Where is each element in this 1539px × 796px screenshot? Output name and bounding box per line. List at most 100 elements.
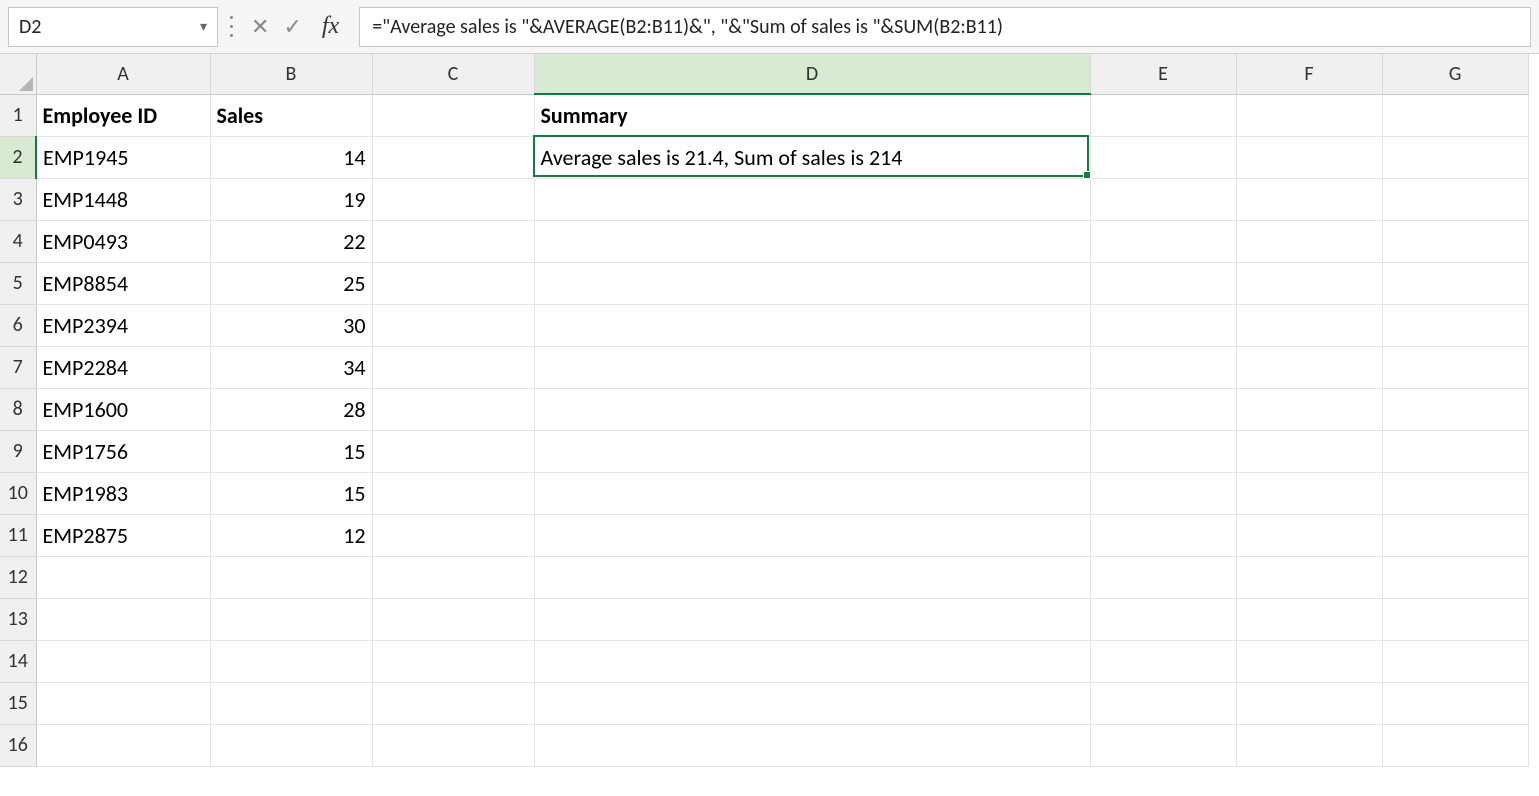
- cell-B13[interactable]: [210, 598, 372, 640]
- cell-B16[interactable]: [210, 724, 372, 766]
- row-header-10[interactable]: 10: [0, 472, 36, 514]
- cell-D16[interactable]: [534, 724, 1090, 766]
- cell-D8[interactable]: [534, 388, 1090, 430]
- cell-G12[interactable]: [1382, 556, 1528, 598]
- cell-F4[interactable]: [1236, 220, 1382, 262]
- row-header-16[interactable]: 16: [0, 724, 36, 766]
- row-header-6[interactable]: 6: [0, 304, 36, 346]
- row-header-14[interactable]: 14: [0, 640, 36, 682]
- column-header-C[interactable]: C: [372, 54, 534, 94]
- row-header-8[interactable]: 8: [0, 388, 36, 430]
- cell-B8[interactable]: 28: [210, 388, 372, 430]
- cell-G9[interactable]: [1382, 430, 1528, 472]
- cell-F8[interactable]: [1236, 388, 1382, 430]
- cell-A11[interactable]: EMP2875: [36, 514, 210, 556]
- cell-A8[interactable]: EMP1600: [36, 388, 210, 430]
- cell-A5[interactable]: EMP8854: [36, 262, 210, 304]
- fx-icon[interactable]: fx: [316, 13, 345, 40]
- column-header-A[interactable]: A: [36, 54, 210, 94]
- cell-A13[interactable]: [36, 598, 210, 640]
- row-header-5[interactable]: 5: [0, 262, 36, 304]
- cell-F15[interactable]: [1236, 682, 1382, 724]
- cell-G5[interactable]: [1382, 262, 1528, 304]
- cell-D5[interactable]: [534, 262, 1090, 304]
- cell-D15[interactable]: [534, 682, 1090, 724]
- cell-D1[interactable]: Summary: [534, 94, 1090, 136]
- cell-E5[interactable]: [1090, 262, 1236, 304]
- cell-F5[interactable]: [1236, 262, 1382, 304]
- cell-C4[interactable]: [372, 220, 534, 262]
- cell-C12[interactable]: [372, 556, 534, 598]
- cell-A4[interactable]: EMP0493: [36, 220, 210, 262]
- cell-C8[interactable]: [372, 388, 534, 430]
- cell-F2[interactable]: [1236, 136, 1382, 178]
- cell-C2[interactable]: [372, 136, 534, 178]
- cell-A6[interactable]: EMP2394: [36, 304, 210, 346]
- cell-C9[interactable]: [372, 430, 534, 472]
- row-header-9[interactable]: 9: [0, 430, 36, 472]
- cell-E16[interactable]: [1090, 724, 1236, 766]
- cell-A3[interactable]: EMP1448: [36, 178, 210, 220]
- cell-E4[interactable]: [1090, 220, 1236, 262]
- select-all-corner[interactable]: [0, 54, 36, 94]
- cell-E15[interactable]: [1090, 682, 1236, 724]
- column-header-F[interactable]: F: [1236, 54, 1382, 94]
- cell-E10[interactable]: [1090, 472, 1236, 514]
- cell-F10[interactable]: [1236, 472, 1382, 514]
- cell-A1[interactable]: Employee ID: [36, 94, 210, 136]
- cell-C7[interactable]: [372, 346, 534, 388]
- cell-E7[interactable]: [1090, 346, 1236, 388]
- cell-A16[interactable]: [36, 724, 210, 766]
- cell-B14[interactable]: [210, 640, 372, 682]
- cell-B1[interactable]: Sales: [210, 94, 372, 136]
- row-header-2[interactable]: 2: [0, 136, 36, 178]
- cell-F12[interactable]: [1236, 556, 1382, 598]
- cell-F6[interactable]: [1236, 304, 1382, 346]
- cell-G14[interactable]: [1382, 640, 1528, 682]
- cell-D10[interactable]: [534, 472, 1090, 514]
- cell-B4[interactable]: 22: [210, 220, 372, 262]
- cell-G16[interactable]: [1382, 724, 1528, 766]
- cell-B3[interactable]: 19: [210, 178, 372, 220]
- cell-D4[interactable]: [534, 220, 1090, 262]
- cell-D7[interactable]: [534, 346, 1090, 388]
- accept-icon[interactable]: ✓: [283, 13, 301, 40]
- cell-B9[interactable]: 15: [210, 430, 372, 472]
- row-header-15[interactable]: 15: [0, 682, 36, 724]
- cell-D11[interactable]: [534, 514, 1090, 556]
- cell-F16[interactable]: [1236, 724, 1382, 766]
- formula-input[interactable]: ="Average sales is "&AVERAGE(B2:B11)&", …: [359, 7, 1531, 47]
- cell-A7[interactable]: EMP2284: [36, 346, 210, 388]
- cell-B6[interactable]: 30: [210, 304, 372, 346]
- column-header-D[interactable]: D: [534, 54, 1090, 94]
- cell-E14[interactable]: [1090, 640, 1236, 682]
- cell-D2[interactable]: Average sales is 21.4, Sum of sales is 2…: [534, 136, 1090, 178]
- cell-G10[interactable]: [1382, 472, 1528, 514]
- cell-E2[interactable]: [1090, 136, 1236, 178]
- cell-C3[interactable]: [372, 178, 534, 220]
- cell-A9[interactable]: EMP1756: [36, 430, 210, 472]
- cell-F1[interactable]: [1236, 94, 1382, 136]
- cell-D14[interactable]: [534, 640, 1090, 682]
- cell-A14[interactable]: [36, 640, 210, 682]
- cell-G1[interactable]: [1382, 94, 1528, 136]
- row-header-11[interactable]: 11: [0, 514, 36, 556]
- cell-C16[interactable]: [372, 724, 534, 766]
- cell-A12[interactable]: [36, 556, 210, 598]
- cell-G7[interactable]: [1382, 346, 1528, 388]
- cell-E6[interactable]: [1090, 304, 1236, 346]
- cell-F7[interactable]: [1236, 346, 1382, 388]
- cell-G2[interactable]: [1382, 136, 1528, 178]
- cell-B15[interactable]: [210, 682, 372, 724]
- cell-D12[interactable]: [534, 556, 1090, 598]
- cell-G15[interactable]: [1382, 682, 1528, 724]
- cell-A2[interactable]: EMP1945: [36, 136, 210, 178]
- cell-C15[interactable]: [372, 682, 534, 724]
- cell-B5[interactable]: 25: [210, 262, 372, 304]
- cell-B11[interactable]: 12: [210, 514, 372, 556]
- cell-D6[interactable]: [534, 304, 1090, 346]
- cell-F3[interactable]: [1236, 178, 1382, 220]
- cell-A15[interactable]: [36, 682, 210, 724]
- cell-F13[interactable]: [1236, 598, 1382, 640]
- cell-D13[interactable]: [534, 598, 1090, 640]
